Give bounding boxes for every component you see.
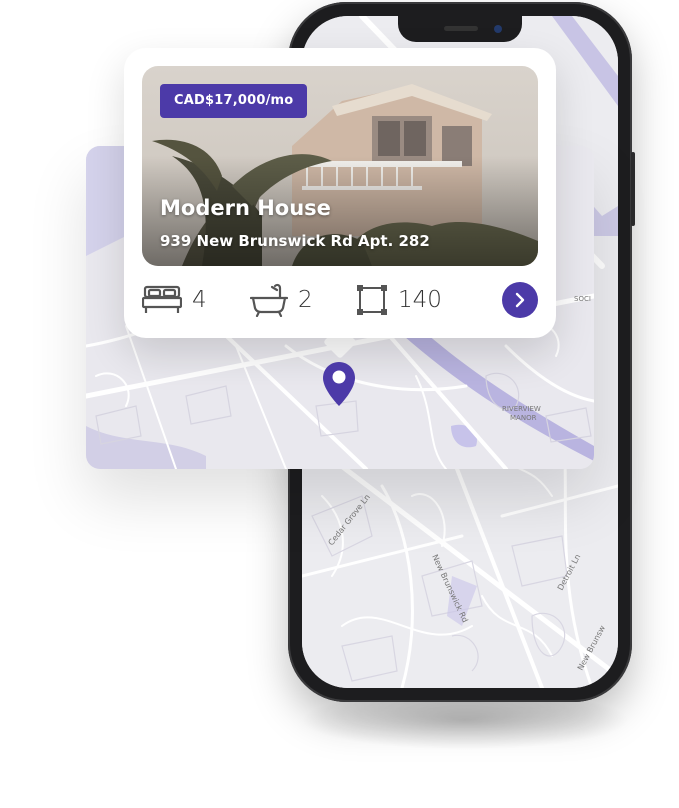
map-label-riverview: RIVERVIEW <box>502 405 541 413</box>
map-label-soci: SOCI <box>574 295 591 303</box>
baths-feature: 2 <box>250 282 313 318</box>
beds-count: 4 <box>192 287 207 313</box>
map-label-manor: MANOR <box>510 414 537 422</box>
listing-title[interactable]: Modern House <box>160 196 331 220</box>
listing-card[interactable]: CAD$17,000/mo Modern House 939 New Bruns… <box>124 48 556 338</box>
bathtub-icon <box>250 283 288 317</box>
area-value: 140 <box>398 287 442 313</box>
map-pin-icon[interactable] <box>321 360 357 408</box>
chevron-right-icon <box>515 292 525 308</box>
area-feature: 140 <box>356 282 442 318</box>
house-photo[interactable]: CAD$17,000/mo Modern House 939 New Bruns… <box>142 66 538 266</box>
camera <box>494 25 502 33</box>
listing-address: 939 New Brunswick Rd Apt. 282 <box>160 232 430 250</box>
speaker <box>444 26 478 31</box>
phone-notch <box>398 16 522 42</box>
beds-feature: 4 <box>142 282 207 318</box>
view-listing-button[interactable] <box>502 282 538 318</box>
baths-count: 2 <box>298 287 313 313</box>
phone-power-button <box>631 152 635 226</box>
price-badge: CAD$17,000/mo <box>160 84 308 118</box>
area-icon <box>357 285 387 315</box>
bed-icon <box>142 285 182 313</box>
